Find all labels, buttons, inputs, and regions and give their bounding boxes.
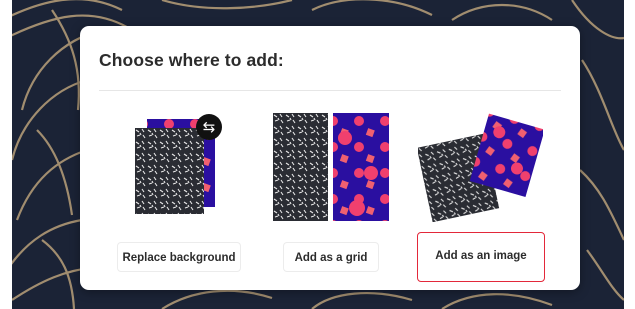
replace-background-button[interactable]: Replace background (117, 242, 241, 272)
add-as-grid-button[interactable]: Add as a grid (283, 242, 379, 272)
swap-icon[interactable]: ⇆ (196, 114, 222, 140)
replace-background-thumbnail[interactable]: ⇆ (135, 114, 227, 216)
add-as-image-button[interactable]: Add as an image (417, 232, 545, 282)
choose-where-to-add-dialog: Choose where to add: ⇆ Replace backgroun… (80, 26, 580, 290)
add-as-image-thumbnail[interactable] (416, 110, 545, 223)
add-as-grid-thumbnail[interactable] (273, 113, 389, 221)
dialog-divider (99, 90, 561, 91)
dialog-title: Choose where to add: (99, 50, 284, 70)
